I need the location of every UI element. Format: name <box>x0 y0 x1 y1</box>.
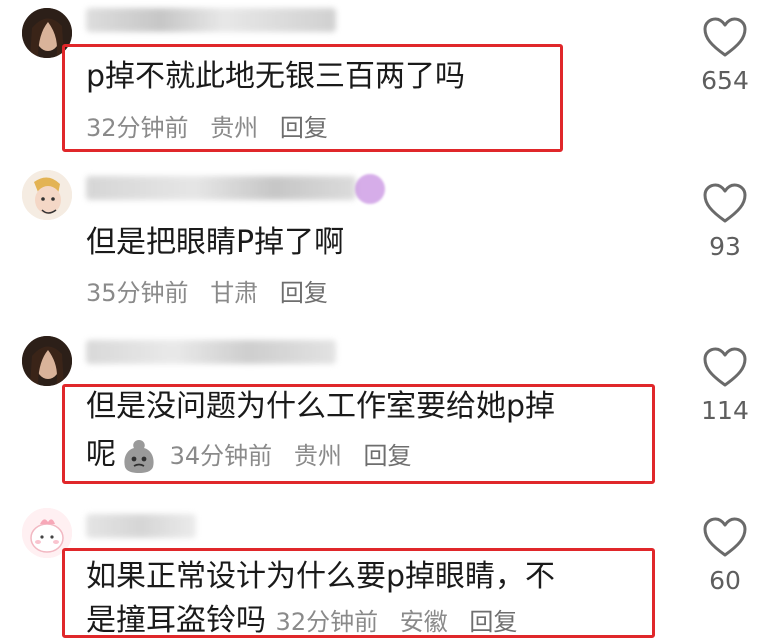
gray-blob-emoji-icon <box>124 439 154 473</box>
like-button[interactable]: 93 <box>690 182 759 261</box>
avatar[interactable] <box>22 336 72 386</box>
heart-outline-icon <box>703 347 747 387</box>
avatar-illustration <box>22 170 72 220</box>
comment-time: 32分钟前 <box>86 114 189 142</box>
comment-time: 34分钟前 <box>169 442 273 470</box>
comment-text-line2-row: 呢 34分钟前 贵州 回复 <box>86 434 425 477</box>
comment-location: 安徽 <box>399 608 448 636</box>
comment-text-line1[interactable]: 但是没问题为什么工作室要给她p掉 <box>86 386 555 428</box>
like-count: 114 <box>701 396 749 425</box>
comment-text-line2[interactable]: 呢 <box>86 437 116 472</box>
like-button[interactable]: 114 <box>690 346 759 425</box>
reply-button[interactable]: 回复 <box>363 442 411 470</box>
avatar[interactable] <box>22 170 72 220</box>
comment-text-line2-row: 是撞耳盗铃吗 32分钟前 安徽 回复 <box>86 600 531 643</box>
reply-button[interactable]: 回复 <box>280 279 328 307</box>
comment-time: 35分钟前 <box>86 279 189 307</box>
like-count: 654 <box>701 66 749 95</box>
comment-meta: 35分钟前 甘肃 回复 <box>86 273 342 308</box>
username-blurred[interactable] <box>86 176 356 200</box>
like-button[interactable]: 654 <box>690 16 759 95</box>
comment-time: 32分钟前 <box>275 608 379 636</box>
heart-outline-icon <box>703 183 747 223</box>
comment-text-line2[interactable]: 是撞耳盗铃吗 <box>86 603 266 638</box>
username-blurred[interactable] <box>86 8 336 32</box>
comment-text[interactable]: p掉不就此地无银三百两了吗 <box>86 56 465 98</box>
reply-button[interactable]: 回复 <box>280 114 328 142</box>
reply-button[interactable]: 回复 <box>469 608 517 636</box>
heart-outline-icon <box>703 17 747 57</box>
devil-emoji-icon <box>355 174 385 204</box>
comment-meta: 32分钟前 贵州 回复 <box>86 108 342 143</box>
like-button[interactable]: 60 <box>690 516 759 595</box>
username-blurred[interactable] <box>86 340 336 364</box>
heart-outline-icon <box>703 517 747 557</box>
comment-location: 甘肃 <box>210 279 259 307</box>
username-blurred[interactable] <box>86 514 196 538</box>
like-count: 60 <box>709 566 741 595</box>
comment-text[interactable]: 但是把眼睛P掉了啊 <box>86 222 344 264</box>
comment-location: 贵州 <box>210 114 259 142</box>
like-count: 93 <box>709 232 741 261</box>
comment-text-line1[interactable]: 如果正常设计为什么要p掉眼睛，不 <box>86 556 555 598</box>
avatar-photo <box>22 336 72 386</box>
comment-location: 贵州 <box>293 442 342 470</box>
